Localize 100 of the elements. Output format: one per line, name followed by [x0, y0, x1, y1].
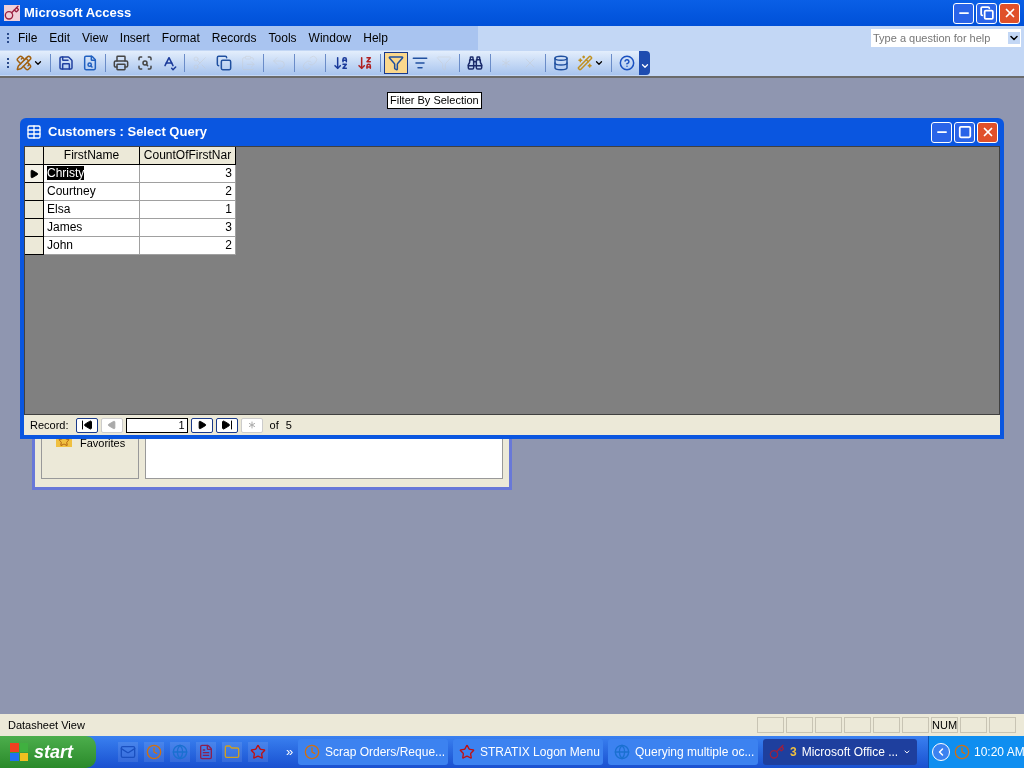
- first-record-button[interactable]: [75, 417, 98, 433]
- browser-icon: [614, 744, 630, 760]
- status-panel: [757, 717, 784, 733]
- caret-icon: [594, 58, 604, 68]
- record-selector[interactable]: [25, 201, 44, 219]
- restore-icon: [979, 6, 994, 20]
- funnel-icon: [436, 55, 452, 71]
- menu-item[interactable]: View: [76, 29, 114, 47]
- copy-icon: [216, 55, 232, 71]
- record-of-label: of: [269, 417, 279, 433]
- help-search-field[interactable]: Type a question for help: [871, 29, 1021, 47]
- clock-icon: [304, 744, 320, 760]
- minimize-button[interactable]: [953, 2, 974, 24]
- column-header[interactable]: CountOfFirstNar: [140, 147, 236, 165]
- menu-item[interactable]: Edit: [43, 29, 77, 47]
- start-button[interactable]: start: [0, 736, 96, 768]
- table-cell[interactable]: 1: [140, 201, 236, 219]
- status-panel: [786, 717, 813, 733]
- record-selector[interactable]: [25, 237, 44, 255]
- sort-ascending-icon: [333, 55, 349, 71]
- menu-item[interactable]: Window: [302, 29, 358, 47]
- table-cell[interactable]: 3: [140, 219, 236, 237]
- last-record-button[interactable]: [215, 417, 238, 433]
- caret-icon: [33, 58, 43, 68]
- table-cell[interactable]: Christy: [44, 165, 140, 183]
- table-cell[interactable]: 2: [140, 183, 236, 201]
- taskbar-button[interactable]: Querying multiple oc...: [608, 739, 758, 765]
- record-total: 5: [285, 417, 292, 433]
- status-panel: [902, 717, 929, 733]
- menu-item[interactable]: Insert: [113, 29, 156, 47]
- quick-launch-button[interactable]: [196, 742, 216, 762]
- key-icon: [769, 744, 785, 760]
- last-icon: [220, 419, 233, 431]
- status-text: Datasheet View: [8, 717, 86, 733]
- taskbar-button[interactable]: STRATIX Logon Menu: [453, 739, 603, 765]
- menu-item[interactable]: File: [12, 29, 44, 47]
- caret-icon: [639, 61, 650, 71]
- table-cell[interactable]: Elsa: [44, 201, 140, 219]
- menu-item[interactable]: Records: [205, 29, 263, 47]
- maximize-button[interactable]: [954, 121, 975, 143]
- overflow-chevron[interactable]: »: [286, 742, 294, 762]
- clock: 10:20 AM: [974, 744, 1024, 761]
- status-indicator: NUM: [931, 717, 958, 733]
- table-cell[interactable]: John: [44, 237, 140, 255]
- status-panel: [873, 717, 900, 733]
- hyperlink-icon: [302, 55, 318, 71]
- undo-icon: [271, 55, 287, 71]
- status-panel: [989, 717, 1016, 733]
- group-label[interactable]: Favorites: [80, 435, 126, 452]
- new-object-icon: [577, 55, 593, 71]
- record-number-field[interactable]: 1: [125, 417, 188, 433]
- record-selector[interactable]: [25, 165, 44, 183]
- minimize-button[interactable]: [931, 121, 952, 143]
- current-record-icon: [29, 168, 39, 179]
- menu-item[interactable]: Help: [357, 29, 394, 47]
- binoculars-icon: [467, 55, 483, 71]
- filter-icon: [388, 55, 404, 71]
- close-button[interactable]: [999, 2, 1020, 24]
- database-icon: [553, 55, 569, 71]
- menu-item[interactable]: Format: [155, 29, 206, 47]
- table-cell[interactable]: 2: [140, 237, 236, 255]
- paste-icon: [240, 55, 256, 71]
- status-panel: [844, 717, 871, 733]
- menu-item[interactable]: Tools: [262, 29, 303, 47]
- clock-icon: [954, 744, 970, 760]
- record-selector[interactable]: [25, 183, 44, 201]
- show-hidden-icons-button[interactable]: [932, 743, 950, 761]
- window-title: Customers : Select Query: [48, 123, 207, 142]
- help-icon: [619, 55, 635, 71]
- table-cell[interactable]: 3: [140, 165, 236, 183]
- status-panel: [960, 717, 987, 733]
- table-cell[interactable]: Courtney: [44, 183, 140, 201]
- document-icon: [198, 744, 214, 760]
- next-icon: [196, 420, 207, 430]
- file-search-icon: [82, 55, 98, 71]
- first-icon: [80, 419, 93, 431]
- restore-button[interactable]: [976, 2, 997, 24]
- filter-form-icon: [412, 55, 428, 71]
- close-button[interactable]: [977, 121, 998, 143]
- toolbar-options-button[interactable]: [639, 51, 650, 75]
- column-header[interactable]: FirstName: [44, 147, 140, 165]
- toolbar-button[interactable]: [384, 52, 408, 74]
- record-selector[interactable]: [25, 219, 44, 237]
- taskbar-button[interactable]: 3 Microsoft Office ...: [763, 739, 917, 765]
- folder-icon: [224, 744, 240, 760]
- select-all-corner[interactable]: [25, 147, 44, 165]
- record-label: Record:: [30, 417, 69, 433]
- sort-descending-icon: [357, 55, 373, 71]
- taskbar-button[interactable]: Scrap Orders/Reque...: [298, 739, 448, 765]
- dropdown-icon: [1008, 32, 1020, 44]
- query-icon: [26, 124, 42, 140]
- clock-icon: [146, 744, 162, 760]
- app-icon: [4, 5, 20, 21]
- save-icon: [58, 55, 74, 71]
- cut-icon: [192, 55, 208, 71]
- next-record-button[interactable]: [190, 417, 213, 433]
- browser-icon: [172, 744, 188, 760]
- window-count: 3: [790, 744, 797, 761]
- table-cell[interactable]: James: [44, 219, 140, 237]
- maximize-icon: [957, 125, 972, 139]
